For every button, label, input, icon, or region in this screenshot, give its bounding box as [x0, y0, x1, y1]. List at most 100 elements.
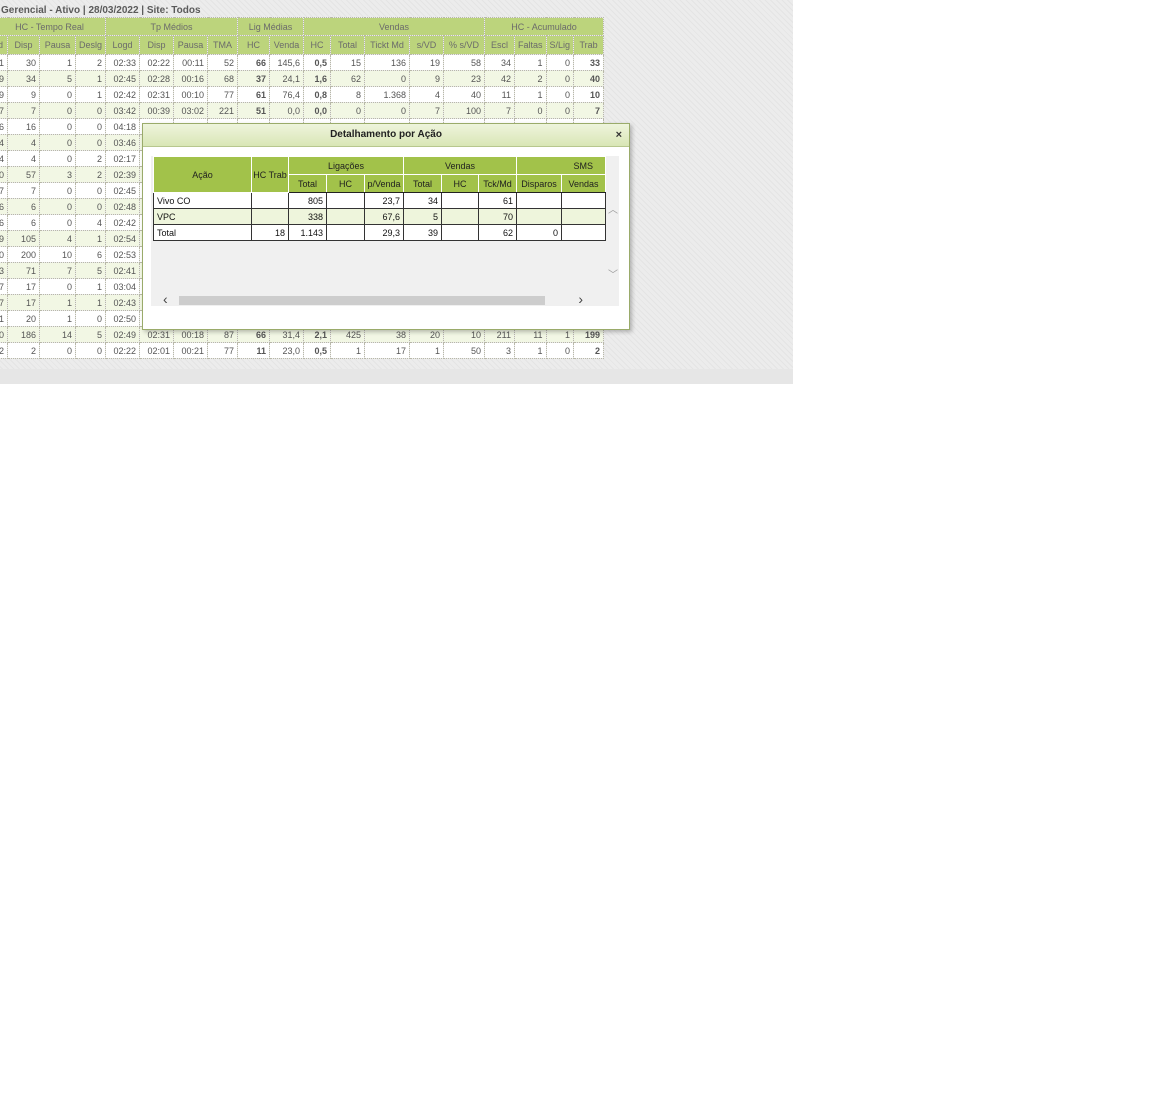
- table-cell: 0: [545, 70, 575, 87]
- table-cell: 17: [364, 342, 411, 359]
- table-cell: 6: [0, 118, 8, 135]
- table-cell: 7: [0, 278, 8, 295]
- table-cell: 0: [74, 102, 107, 119]
- cell-hc-trab: 18: [251, 224, 289, 241]
- column-header: Total: [330, 35, 366, 55]
- cell-ven-total: 34: [403, 192, 442, 209]
- report-title: Gerencial - Ativo | 28/03/2022 | Site: T…: [1, 5, 201, 16]
- table-cell: 200: [7, 246, 40, 263]
- table-cell: 23,0: [269, 342, 305, 359]
- scroll-right-icon[interactable]: ›: [578, 291, 583, 306]
- table-cell: 0: [364, 102, 411, 119]
- header-hc-trab: HC Trab: [251, 156, 289, 193]
- table-cell: 02:54: [105, 230, 141, 247]
- table-cell: 105: [7, 230, 40, 247]
- table-cell: 40: [443, 86, 486, 103]
- table-cell: 24,1: [269, 70, 305, 87]
- cell-ven-total: 5: [403, 208, 442, 225]
- scroll-up-icon[interactable]: ︿: [607, 201, 619, 216]
- table-cell: 00:11: [173, 54, 209, 71]
- table-cell: 52: [207, 54, 239, 71]
- table-cell: 0: [0, 326, 8, 343]
- table-cell: 0: [545, 342, 575, 359]
- table-cell: 30: [7, 54, 40, 71]
- table-cell: 02:48: [105, 198, 141, 215]
- column-header: s/VD: [409, 35, 445, 55]
- table-cell: 14: [39, 326, 76, 343]
- table-cell: 0: [545, 102, 575, 119]
- table-cell: 7: [39, 262, 76, 279]
- cell-lig-pvenda: 23,7: [364, 192, 404, 209]
- header-sms-vendas: Vendas: [561, 174, 606, 193]
- table-cell: 03:02: [173, 102, 209, 119]
- table-cell: 6: [7, 214, 40, 231]
- scrollbar-thumb[interactable]: [179, 296, 545, 305]
- cell-lig-pvenda: 29,3: [364, 224, 404, 241]
- table-cell: 0,0: [303, 102, 332, 119]
- table-cell: 76,4: [269, 86, 305, 103]
- table-cell: 0: [74, 182, 107, 199]
- cell-sms-vendas: [561, 208, 606, 225]
- column-header: TMA: [207, 35, 239, 55]
- scroll-left-icon[interactable]: ‹: [163, 291, 168, 306]
- cell-lig-total: 805: [288, 192, 327, 209]
- table-cell: 1: [514, 86, 547, 103]
- cell-ven-total: 39: [403, 224, 442, 241]
- table-cell: 1: [74, 70, 107, 87]
- table-cell: 0: [39, 150, 76, 167]
- column-header: Logd: [105, 35, 141, 55]
- table-cell: 0: [364, 70, 411, 87]
- table-cell: 0: [545, 54, 575, 71]
- table-cell: 2: [0, 342, 8, 359]
- table-cell: 04:18: [105, 118, 141, 135]
- close-icon[interactable]: ×: [616, 124, 622, 146]
- table-cell: 0: [39, 102, 76, 119]
- table-cell: 20: [7, 310, 40, 327]
- table-cell: 03:46: [105, 134, 141, 151]
- table-cell: 7: [0, 182, 8, 199]
- table-cell: 186: [7, 326, 40, 343]
- table-cell: 7: [409, 102, 445, 119]
- cell-lig-total: 1.143: [288, 224, 327, 241]
- table-cell: 3: [0, 262, 8, 279]
- cell-lig-total: 338: [288, 208, 327, 225]
- table-cell: 6: [7, 198, 40, 215]
- cell-ven-hc: [441, 224, 479, 241]
- table-cell: 00:39: [139, 102, 175, 119]
- cell-acao: Vivo CO: [153, 192, 252, 209]
- column-header: HC: [237, 35, 271, 55]
- column-header: Disp: [139, 35, 175, 55]
- table-row: 770003:4200:3903:02221510,00,00071007007: [0, 102, 605, 119]
- column-header: Pausa: [39, 35, 76, 55]
- table-cell: 0: [74, 310, 107, 327]
- table-cell: 5: [74, 326, 107, 343]
- cell-lig-hc: [326, 208, 365, 225]
- table-cell: 1: [514, 342, 547, 359]
- table-row: Vivo CO 805 23,7 34 61: [153, 192, 606, 209]
- table-row: VPC 338 67,6 5 70: [153, 208, 606, 225]
- table-cell: 9: [0, 70, 8, 87]
- table-cell: 03:04: [105, 278, 141, 295]
- table-cell: 40: [573, 70, 605, 87]
- table-cell: 77: [207, 342, 239, 359]
- table-cell: 7: [573, 102, 605, 119]
- table-cell: 02:22: [105, 342, 141, 359]
- table-cell: 0: [39, 182, 76, 199]
- cell-sms-vendas: [561, 224, 606, 241]
- cell-ven-tckmd: 61: [478, 192, 517, 209]
- header-acao: Ação: [153, 156, 252, 193]
- group-header: Lig Médias: [237, 17, 305, 36]
- table-cell: 02:17: [105, 150, 141, 167]
- table-cell: 8: [330, 86, 366, 103]
- scroll-down-icon[interactable]: ﹀: [607, 266, 619, 281]
- table-cell: 58: [443, 54, 486, 71]
- table-cell: 0,5: [303, 342, 332, 359]
- column-header: Escl: [484, 35, 516, 55]
- table-cell: 2: [514, 70, 547, 87]
- detail-table: Ação HC Trab Ligações Vendas SMS Total H…: [153, 156, 606, 241]
- table-cell: 37: [237, 70, 271, 87]
- table-cell: 6: [74, 246, 107, 263]
- vertical-scrollbar[interactable]: ︿ ﹀: [607, 156, 619, 306]
- group-header: HC - Acumulado: [484, 17, 605, 36]
- horizontal-scrollbar[interactable]: ‹ ›: [151, 291, 607, 306]
